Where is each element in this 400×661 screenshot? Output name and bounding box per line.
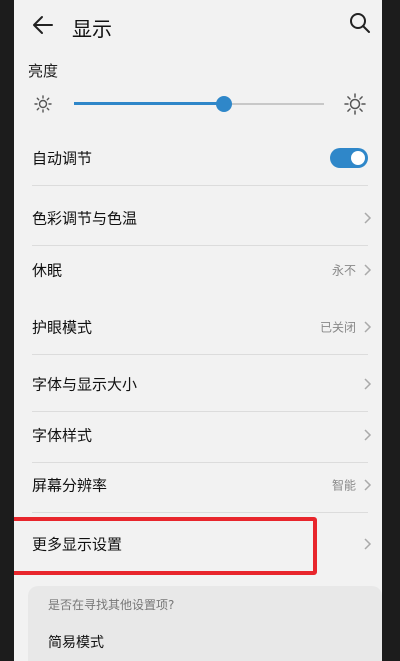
chevron-right-icon <box>364 378 372 390</box>
brightness-low-icon <box>34 95 52 113</box>
page-title: 显示 <box>72 17 112 41</box>
font-size-row[interactable]: 字体与显示大小 <box>14 356 382 412</box>
suggestion-title: 是否在寻找其他设置项? <box>48 598 175 612</box>
font-style-row[interactable]: 字体样式 <box>14 407 382 463</box>
chevron-right-icon <box>364 479 372 491</box>
color-temp-row[interactable]: 色彩调节与色温 <box>14 190 382 246</box>
auto-adjust-toggle[interactable] <box>330 148 368 168</box>
divider <box>32 354 368 355</box>
sleep-label: 休眠 <box>32 261 63 280</box>
auto-adjust-row[interactable]: 自动调节 <box>14 130 382 186</box>
brightness-slider[interactable] <box>74 95 324 113</box>
back-arrow-icon[interactable] <box>30 12 56 38</box>
header: 显示 <box>14 0 382 50</box>
toggle-knob <box>351 151 365 165</box>
slider-fill <box>74 102 224 105</box>
brightness-high-icon <box>344 93 366 115</box>
resolution-row[interactable]: 屏幕分辨率 智能 <box>14 457 382 513</box>
sleep-row[interactable]: 休眠 永不 <box>14 242 382 298</box>
chevron-right-icon <box>364 264 372 276</box>
font-style-label: 字体样式 <box>32 426 93 445</box>
settings-screen: 显示 亮度 自动调节 色彩调节与色温 休眠 永不 护眼模式 已关闭 字体与显示大… <box>14 0 382 661</box>
font-size-label: 字体与显示大小 <box>32 375 138 394</box>
eye-comfort-value: 已关闭 <box>319 320 356 335</box>
divider <box>32 185 368 186</box>
chevron-right-icon <box>364 429 372 441</box>
resolution-value: 智能 <box>331 478 356 493</box>
resolution-label: 屏幕分辨率 <box>32 476 108 495</box>
search-icon[interactable] <box>348 11 372 35</box>
auto-adjust-label: 自动调节 <box>32 149 93 168</box>
brightness-label: 亮度 <box>28 62 59 80</box>
eye-comfort-row[interactable]: 护眼模式 已关闭 <box>14 299 382 355</box>
chevron-right-icon <box>364 538 372 550</box>
suggestion-card: 是否在寻找其他设置项? 简易模式 <box>28 586 382 661</box>
slider-thumb[interactable] <box>216 96 232 112</box>
chevron-right-icon <box>364 321 372 333</box>
color-temp-label: 色彩调节与色温 <box>32 209 138 228</box>
chevron-right-icon <box>364 212 372 224</box>
highlight-annotation-box <box>14 517 317 575</box>
divider <box>32 512 368 513</box>
eye-comfort-label: 护眼模式 <box>32 318 93 337</box>
sleep-value: 永不 <box>331 263 356 278</box>
suggestion-item-simple-mode[interactable]: 简易模式 <box>48 632 104 652</box>
